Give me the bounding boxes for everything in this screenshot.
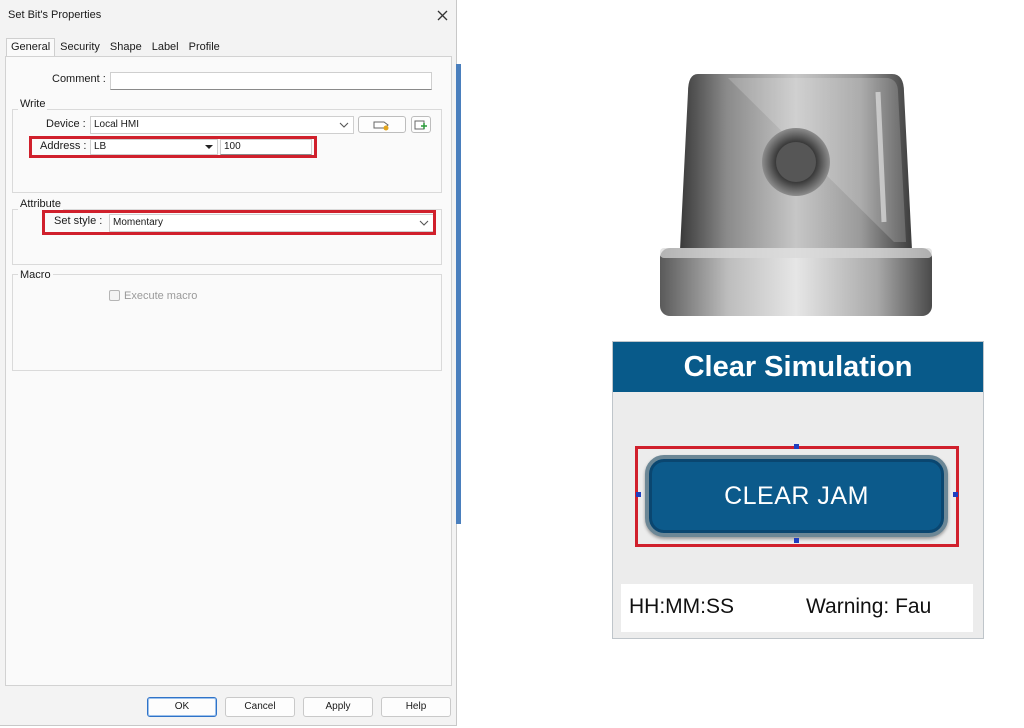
apply-button[interactable]: Apply xyxy=(303,697,373,717)
tab-strip: General Security Shape Label Profile xyxy=(6,38,225,58)
tab-profile[interactable]: Profile xyxy=(184,38,225,57)
status-time: HH:MM:SS xyxy=(629,595,734,618)
resize-handle[interactable] xyxy=(794,444,799,449)
comment-input[interactable] xyxy=(110,72,432,90)
execute-macro-checkbox[interactable] xyxy=(109,290,120,301)
status-warning: Warning: Fau xyxy=(806,595,932,618)
ok-button[interactable]: OK xyxy=(147,697,217,717)
clear-simulation-panel: Clear Simulation CLEAR JAM HH:MM:SS Warn… xyxy=(612,341,984,639)
tab-security[interactable]: Security xyxy=(55,38,105,57)
status-bar: HH:MM:SS Warning: Fau xyxy=(621,584,973,632)
set-bit-properties-dialog: Set Bit's Properties General Security Sh… xyxy=(0,0,461,726)
dialog-titlebar[interactable]: Set Bit's Properties xyxy=(0,0,457,30)
add-icon xyxy=(414,120,427,129)
beacon-light-icon xyxy=(660,74,932,316)
tab-shape[interactable]: Shape xyxy=(105,38,147,57)
device-value: Local HMI xyxy=(94,119,140,130)
attribute-group-title: Attribute xyxy=(18,198,63,210)
general-tab-panel: Comment : Write Device : Local HMI Addre… xyxy=(5,56,452,686)
resize-handle[interactable] xyxy=(794,538,799,543)
resize-handle[interactable] xyxy=(636,492,641,497)
tab-general[interactable]: General xyxy=(6,38,56,58)
macro-group-title: Macro xyxy=(18,269,53,281)
comment-label: Comment : xyxy=(52,73,106,85)
help-button[interactable]: Help xyxy=(381,697,451,717)
address-highlight xyxy=(29,136,317,158)
add-device-button[interactable] xyxy=(411,116,431,133)
device-select[interactable]: Local HMI xyxy=(90,116,354,134)
tab-label[interactable]: Label xyxy=(147,38,184,57)
chevron-down-icon xyxy=(339,117,349,133)
resize-handle[interactable] xyxy=(953,492,958,497)
set-style-highlight xyxy=(42,210,436,235)
cancel-button[interactable]: Cancel xyxy=(225,697,295,717)
selection-highlight xyxy=(635,446,959,547)
simulation-title: Clear Simulation xyxy=(613,342,983,392)
close-icon xyxy=(437,10,447,20)
close-button[interactable] xyxy=(430,4,454,26)
macro-group xyxy=(12,274,442,371)
device-settings-button[interactable] xyxy=(358,116,406,133)
scrollbar[interactable] xyxy=(456,64,461,524)
execute-macro-label: Execute macro xyxy=(124,290,198,302)
device-label: Device : xyxy=(46,118,86,130)
tag-icon xyxy=(373,121,389,130)
dialog-title: Set Bit's Properties xyxy=(8,9,102,21)
write-group-title: Write xyxy=(18,98,48,110)
